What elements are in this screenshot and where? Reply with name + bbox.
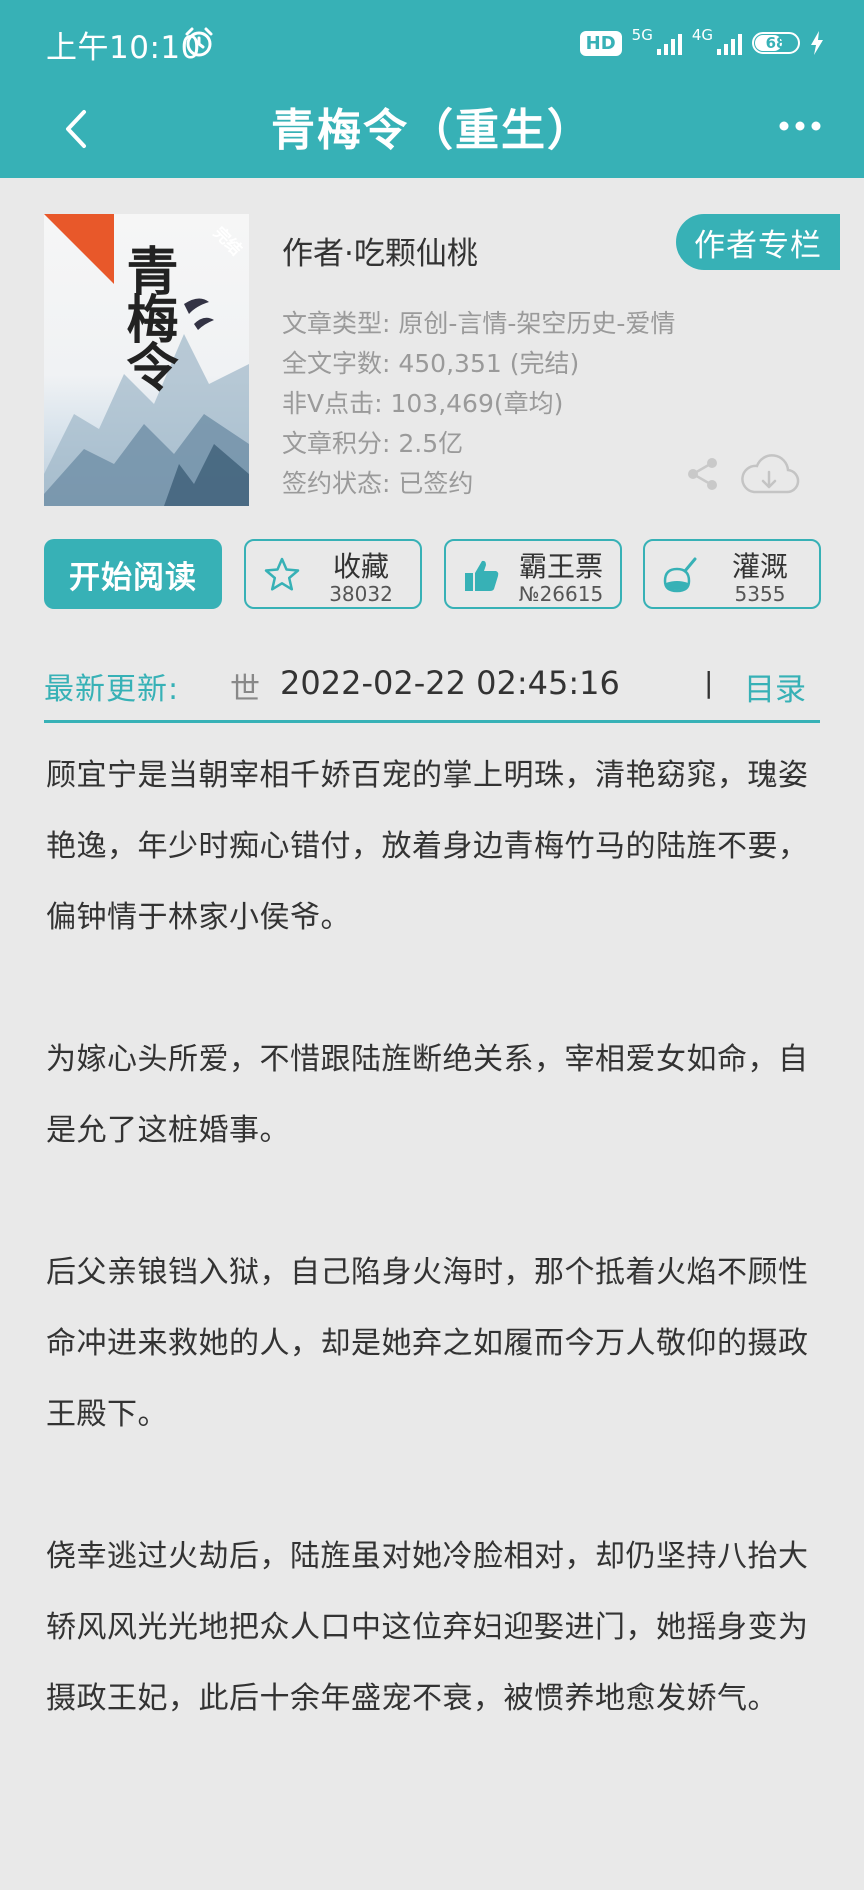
nutrient-flask-icon [663, 557, 697, 593]
nutrient-button[interactable]: 灌溉 5355 [643, 539, 821, 609]
status-bar: 上午10:10 HD 5G 4G 68 [0, 0, 864, 84]
favorite-label: 收藏 [332, 550, 389, 583]
divider [44, 720, 820, 723]
charging-bolt-icon [811, 31, 823, 55]
synopsis-paragraph: 顾宜宁是当朝宰相千娇百宠的掌上明珠，清艳窈窕，瑰姿艳逸，年少时痴心错付，放着身边… [46, 758, 809, 935]
star-icon [264, 557, 300, 591]
book-cover[interactable]: 完结 青梅令 [44, 214, 249, 506]
nutrient-label: 灌溉 [731, 550, 788, 583]
meta-genre: 文章类型: 原创-言情-架空历史-爱情 [282, 309, 676, 338]
more-icon[interactable] [778, 118, 822, 134]
nav-bar: 青梅令（重生） [0, 84, 864, 178]
start-reading-button[interactable]: 开始阅读 [44, 539, 222, 609]
latest-update-chapter: 世 [230, 672, 260, 707]
network-4g-label: 4G [691, 26, 713, 44]
battery-icon: 68 [752, 32, 800, 54]
latest-update-date: 2022-02-22 02:45:16 [280, 664, 620, 702]
alarm-icon [185, 27, 213, 57]
cover-title: 青梅令 [117, 244, 178, 388]
status-time: 上午10:10 [46, 30, 201, 66]
meta-score: 文章积分: 2.5亿 [282, 429, 464, 458]
bawangpiao-label: 霸王票 [518, 550, 603, 583]
synopsis-paragraph: 为嫁心头所爱，不惜跟陆旌断绝关系，宰相爱女如命，自是允了这桩婚事。 [46, 1042, 809, 1148]
favorite-button[interactable]: 收藏 38032 [244, 539, 422, 609]
separator: | [704, 666, 714, 699]
signal-4g-icon [717, 31, 742, 55]
app-header: 上午10:10 HD 5G 4G 68 青梅令（重生） [0, 0, 864, 178]
thumbs-up-icon [465, 560, 499, 591]
author-column-button[interactable]: 作者专栏 [676, 214, 840, 270]
synopsis: 顾宜宁是当朝宰相千娇百宠的掌上明珠，清艳窈窕，瑰姿艳逸，年少时痴心错付，放着身边… [46, 740, 826, 1805]
battery-level: 68 [765, 34, 787, 52]
favorite-count: 38032 [329, 582, 393, 606]
table-of-contents-link[interactable]: 目录 [744, 664, 806, 709]
meta-clicks: 非V点击: 103,469(章均) [282, 389, 564, 418]
author-name[interactable]: 作者·吃颗仙桃 [282, 228, 478, 273]
hd-badge: HD [579, 30, 622, 56]
meta-sign-status: 签约状态: 已签约 [282, 469, 474, 498]
completed-ribbon [44, 214, 114, 284]
synopsis-paragraph: 侥幸逃过火劫后，陆旌虽对她冷脸相对，却仍坚持八抬大轿风风光光地把众人口中这位弃妇… [46, 1539, 809, 1716]
network-5g-label: 5G [631, 26, 653, 44]
latest-update-label: 最新更新: [44, 672, 180, 707]
nutrient-count: 5355 [734, 582, 786, 606]
bawangpiao-button[interactable]: 霸王票 №26615 [444, 539, 622, 609]
status-icons: HD 5G 4G 68 [579, 26, 824, 60]
download-icon[interactable] [738, 454, 800, 498]
latest-update-row[interactable]: 最新更新: 世 2022-02-22 02:45:16 | 目录 [44, 660, 820, 720]
signal-5g-icon [656, 31, 682, 55]
page-title: 青梅令（重生） [271, 105, 593, 156]
synopsis-paragraph: 后父亲锒铛入狱，自己陷身火海时，那个抵着火焰不顾性命冲进来救她的人，却是她弃之如… [46, 1255, 809, 1432]
meta-word-count: 全文字数: 450,351 (完结) [282, 349, 580, 378]
bawangpiao-count: №26615 [518, 582, 604, 606]
share-icon[interactable] [686, 456, 720, 492]
